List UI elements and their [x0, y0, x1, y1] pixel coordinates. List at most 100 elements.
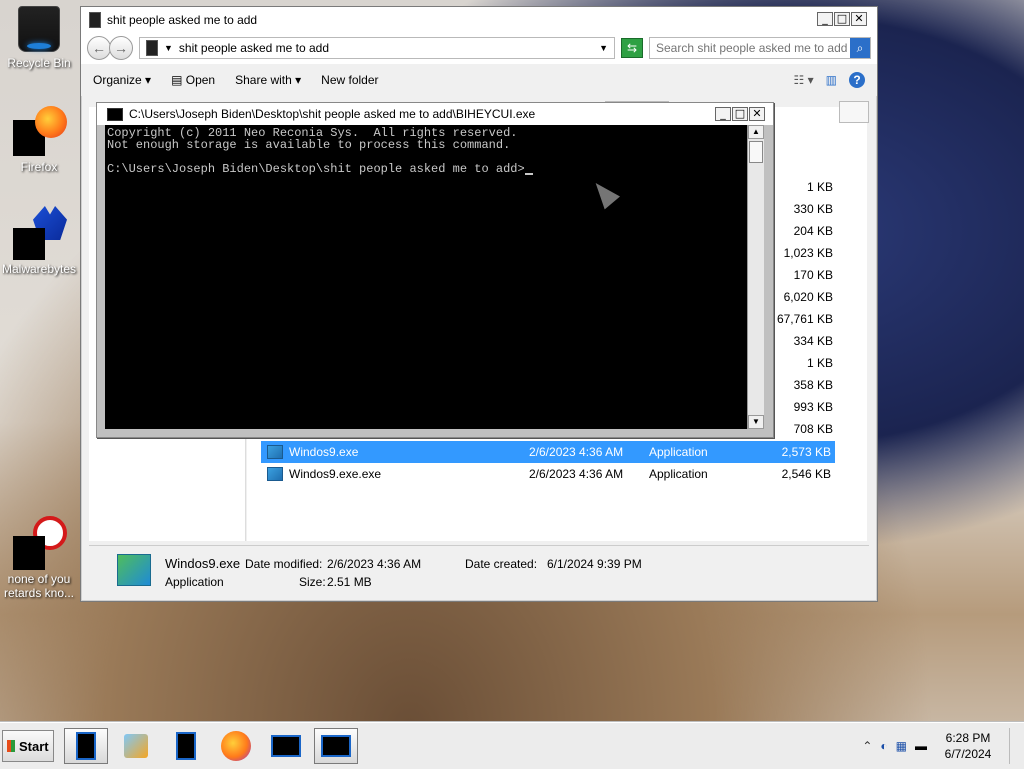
taskbar-item-firefox[interactable] — [214, 728, 258, 764]
file-size: 2,573 KB — [781, 445, 831, 459]
share-with-button[interactable]: Share with ▾ — [235, 73, 301, 87]
taskbar-item-app1[interactable] — [64, 728, 108, 764]
back-button[interactable]: ← — [87, 36, 111, 60]
file-size: 2,546 KB — [781, 467, 831, 481]
view-options-icon[interactable]: ☷ ▾ — [794, 73, 814, 87]
scroll-down-icon[interactable]: ▼ — [748, 415, 764, 429]
clock-date: 6/7/2024 — [944, 747, 992, 761]
show-desktop-button[interactable] — [1009, 728, 1016, 764]
desktop-icon-label: Firefox — [20, 160, 58, 174]
file-type: Application — [649, 467, 708, 481]
address-row: ← → ▼ shit people asked me to add ▼ ⇆ ⌕ — [81, 33, 877, 63]
organize-button[interactable]: Organize ▾ — [93, 73, 151, 87]
minimize-button[interactable]: _ — [817, 12, 833, 26]
desktop-icon-label: Recycle Bin — [7, 56, 71, 70]
close-button[interactable]: ✕ — [749, 107, 765, 121]
details-modified-label: Date modified: — [245, 557, 323, 571]
new-folder-button[interactable]: New folder — [321, 73, 378, 87]
maximize-button[interactable]: □ — [732, 107, 748, 121]
scroll-thumb[interactable] — [749, 141, 763, 163]
recycle-bin-icon — [18, 6, 60, 52]
preview-pane-icon[interactable]: ▥ — [826, 73, 837, 87]
address-dropdown-icon[interactable]: ▼ — [599, 43, 608, 53]
explorer-title-bar[interactable]: shit people asked me to add _ □ ✕ — [81, 7, 877, 33]
explorer-title: shit people asked me to add — [107, 13, 258, 27]
app-window-icon — [76, 732, 96, 760]
forward-button[interactable]: → — [109, 36, 133, 60]
desktop-icon-label: none of you retards kno... — [3, 572, 75, 600]
open-button[interactable]: ▤ Open — [171, 73, 215, 87]
firefox-icon — [13, 106, 67, 156]
file-type: Application — [649, 445, 708, 459]
arrow-right-icon: → — [114, 40, 128, 56]
app-window-icon — [176, 732, 196, 760]
details-file-type: Application — [165, 575, 224, 589]
address-bar[interactable]: ▼ shit people asked me to add ▼ — [139, 37, 615, 59]
explorer-window-icon — [271, 735, 301, 757]
taskbar-item-app2[interactable] — [164, 728, 208, 764]
arrow-left-icon: ← — [92, 40, 106, 56]
text-cursor — [524, 173, 533, 175]
console-output[interactable]: Copyright (c) 2011 Neo Reconia Sys. All … — [105, 125, 747, 429]
exe-file-icon — [267, 467, 283, 481]
console-icon — [107, 107, 123, 121]
desktop-icon-firefox[interactable]: Firefox — [0, 106, 78, 174]
address-text: shit people asked me to add — [178, 41, 330, 55]
file-row-selected[interactable]: Windos9.exe 2/6/2023 4:36 AM Application… — [261, 441, 835, 463]
file-row[interactable]: Windos9.exe.exe 2/6/2023 4:36 AM Applica… — [261, 463, 835, 485]
media-player-icon — [124, 734, 148, 758]
taskbar-item-console[interactable] — [314, 728, 358, 764]
start-button[interactable]: Start — [2, 730, 54, 762]
details-size-value: 2.51 MB — [327, 575, 372, 589]
command-bar: Organize ▾ ▤ Open Share with ▾ New folde… — [81, 63, 877, 96]
console-line: Not enough storage is available to proce… — [107, 138, 511, 152]
search-icon[interactable]: ⌕ — [850, 38, 870, 58]
search-input[interactable] — [650, 40, 850, 56]
file-name: Windos9.exe — [289, 445, 359, 459]
network-icon[interactable]: ◐ — [880, 739, 887, 753]
malwarebytes-icon — [13, 206, 67, 260]
console-scrollbar[interactable]: ▲ ▼ — [747, 125, 764, 429]
firefox-icon — [221, 731, 251, 761]
search-box[interactable]: ⌕ — [649, 37, 871, 59]
details-created-label: Date created: — [465, 557, 538, 571]
details-pane: Windos9.exe Application Date modified: 2… — [89, 545, 869, 596]
console-prompt: C:\Users\Joseph Biden\Desktop\shit peopl… — [107, 162, 525, 176]
details-file-name: Windos9.exe — [165, 556, 241, 571]
console-title-bar[interactable]: C:\Users\Joseph Biden\Desktop\shit peopl… — [97, 103, 773, 125]
details-created-value: 6/1/2024 9:39 PM — [547, 557, 642, 571]
windows-flag-icon — [7, 740, 15, 752]
details-size-label: Size: — [299, 575, 326, 589]
chevron-down-icon[interactable]: ▼ — [164, 43, 173, 53]
taskbar-item-media[interactable] — [114, 728, 158, 764]
desktop-icon-malwarebytes[interactable]: Malwarebytes — [0, 206, 78, 276]
open-icon: ▤ — [171, 73, 183, 87]
volume-icon[interactable]: ▦ — [896, 739, 907, 753]
tray-expand-icon[interactable]: ⌃ — [862, 739, 872, 753]
taskbar: Start ⌃ ◐ ▦ ▬ 6:28 PM 6/7/2024 — [0, 722, 1024, 769]
help-icon[interactable]: ? — [849, 72, 865, 88]
display-icon[interactable]: ▬ — [915, 739, 927, 753]
minimize-button[interactable]: _ — [715, 107, 731, 121]
file-date: 2/6/2023 4:36 AM — [529, 467, 624, 481]
desktop-icon-recycle-bin[interactable]: Recycle Bin — [0, 6, 78, 70]
exe-file-icon — [267, 445, 283, 459]
desktop-icon-shortcut[interactable]: none of you retards kno... — [0, 516, 78, 600]
refresh-button[interactable]: ⇆ — [621, 38, 643, 58]
refresh-icon: ⇆ — [626, 41, 638, 55]
console-window: C:\Users\Joseph Biden\Desktop\shit peopl… — [96, 102, 774, 438]
file-date: 2/6/2023 4:36 AM — [529, 445, 624, 459]
close-button[interactable]: ✕ — [851, 12, 867, 26]
clock-time: 6:28 PM — [945, 731, 991, 745]
folder-icon — [146, 40, 158, 56]
maximize-button[interactable]: □ — [834, 12, 850, 26]
column-header-extra[interactable] — [839, 101, 869, 123]
scroll-up-icon[interactable]: ▲ — [748, 125, 764, 139]
console-window-icon — [321, 735, 351, 757]
clock[interactable]: 6:28 PM 6/7/2024 — [935, 730, 1001, 762]
folder-icon — [89, 12, 101, 28]
taskbar-item-explorer[interactable] — [264, 728, 308, 764]
application-icon — [117, 554, 151, 586]
details-modified-value: 2/6/2023 4:36 AM — [327, 557, 422, 571]
shortcut-icon — [13, 516, 67, 570]
